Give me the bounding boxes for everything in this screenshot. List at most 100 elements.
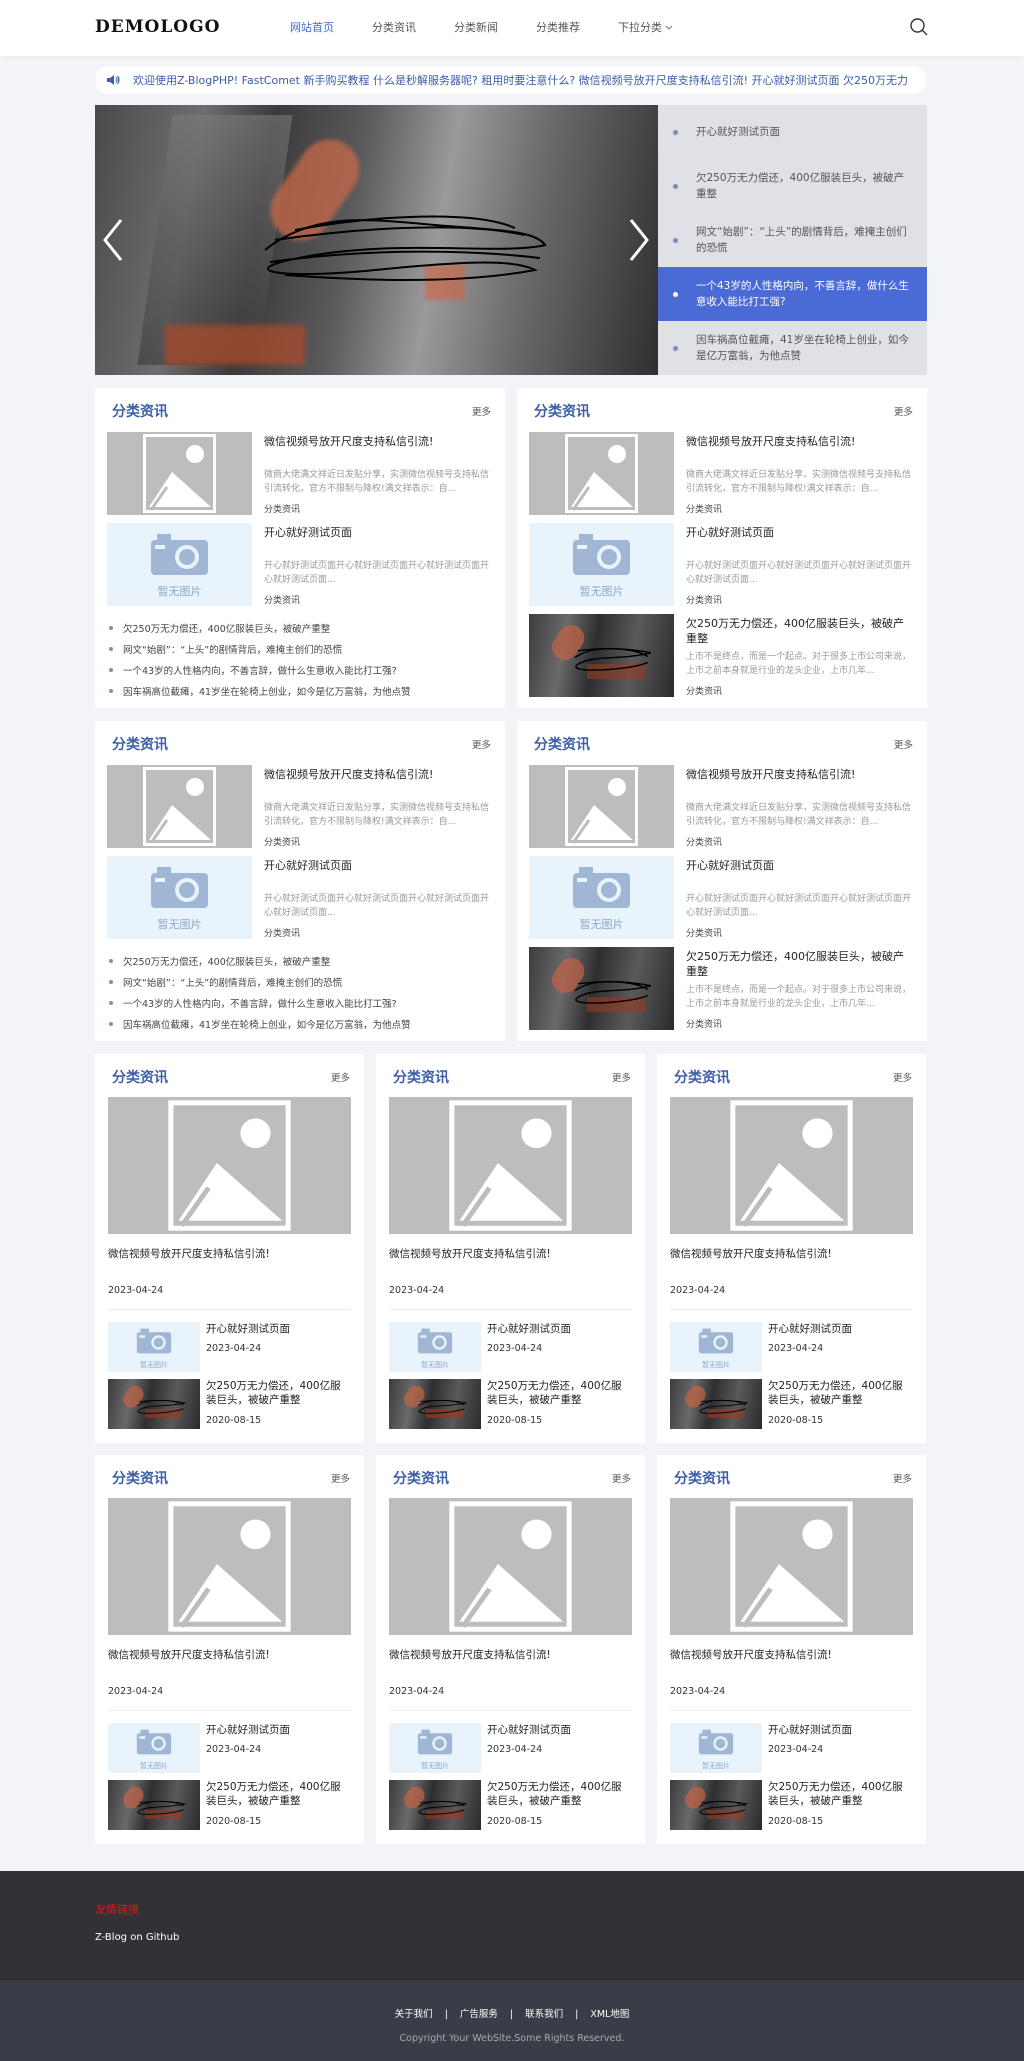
- more-link[interactable]: 更多: [331, 1070, 350, 1084]
- slide-image[interactable]: [95, 105, 658, 375]
- more-link[interactable]: 更多: [893, 1070, 912, 1084]
- article-thumbnail[interactable]: [670, 1498, 913, 1635]
- article-thumbnail[interactable]: 暂无图片: [107, 856, 252, 939]
- article-thumbnail[interactable]: [107, 432, 252, 515]
- article-thumbnail[interactable]: [107, 765, 252, 848]
- article-title[interactable]: 欠250万无力偿还，400亿服装巨头，被破产重整: [487, 1780, 632, 1808]
- article-title[interactable]: 开心就好测试页面: [264, 858, 492, 873]
- article-thumbnail[interactable]: [670, 1097, 913, 1234]
- article-title[interactable]: 微信视频号放开尺度支持私信引流!: [686, 434, 914, 449]
- article-title[interactable]: 欠250万无力偿还，400亿服装巨头，被破产重整: [487, 1379, 632, 1407]
- article-thumbnail[interactable]: 暂无图片: [108, 1723, 200, 1773]
- friend-link[interactable]: Z-Blog on Github: [95, 1932, 179, 1943]
- article-list-item[interactable]: 一个43岁的人性格内向，不善言辞，做什么生意收入能比打工强?: [109, 996, 397, 1010]
- nav-item-category-recommend[interactable]: 分类推荐: [536, 0, 580, 56]
- article-category[interactable]: 分类资讯: [686, 835, 722, 848]
- article-title[interactable]: 微信视频号放开尺度支持私信引流!: [389, 1246, 551, 1261]
- article-title[interactable]: 微信视频号放开尺度支持私信引流!: [108, 1246, 270, 1261]
- article-list-item[interactable]: 欠250万无力偿还，400亿服装巨头，被破产重整: [109, 621, 330, 635]
- article-thumbnail[interactable]: 暂无图片: [107, 523, 252, 606]
- nav-item-home[interactable]: 网站首页: [290, 0, 334, 56]
- article-title[interactable]: 开心就好测试页面: [264, 525, 492, 540]
- prev-arrow-icon[interactable]: [101, 217, 125, 263]
- article-list-item[interactable]: 欠250万无力偿还，400亿服装巨头，被破产重整: [109, 954, 330, 968]
- article-thumbnail[interactable]: 暂无图片: [670, 1322, 762, 1372]
- article-title[interactable]: 欠250万无力偿还，400亿服装巨头，被破产重整: [768, 1780, 913, 1808]
- article-thumbnail[interactable]: [389, 1097, 632, 1234]
- article-title[interactable]: 微信视频号放开尺度支持私信引流!: [264, 767, 492, 782]
- article-title[interactable]: 微信视频号放开尺度支持私信引流!: [389, 1647, 551, 1662]
- more-link[interactable]: 更多: [612, 1471, 631, 1485]
- article-thumbnail[interactable]: [670, 1379, 762, 1429]
- article-category[interactable]: 分类资讯: [686, 502, 722, 515]
- more-link[interactable]: 更多: [894, 737, 913, 751]
- article-title[interactable]: 开心就好测试页面: [686, 858, 914, 873]
- article-title[interactable]: 微信视频号放开尺度支持私信引流!: [108, 1647, 270, 1662]
- nav-item-category-info[interactable]: 分类资讯: [372, 0, 416, 56]
- article-thumbnail[interactable]: [108, 1498, 351, 1635]
- article-title[interactable]: 开心就好测试页面: [768, 1723, 913, 1737]
- article-thumbnail[interactable]: [389, 1498, 632, 1635]
- more-link[interactable]: 更多: [894, 404, 913, 418]
- slide-list-item[interactable]: 因车祸高位截瘫，41岁坐在轮椅上创业，如今是亿万富翁，为他点赞: [658, 321, 927, 375]
- article-title[interactable]: 欠250万无力偿还，400亿服装巨头，被破产重整: [686, 949, 914, 979]
- article-list-item[interactable]: 网文“始剧”：“上头”的剧情背后，难掩主创们的恐慌: [109, 642, 342, 656]
- article-thumbnail[interactable]: 暂无图片: [670, 1723, 762, 1773]
- article-category[interactable]: 分类资讯: [264, 835, 300, 848]
- more-link[interactable]: 更多: [612, 1070, 631, 1084]
- article-title[interactable]: 微信视频号放开尺度支持私信引流!: [686, 767, 914, 782]
- article-title[interactable]: 开心就好测试页面: [206, 1322, 351, 1336]
- notice-text[interactable]: 欢迎使用Z-BlogPHP! FastComet 新手购买教程 什么是秒解服务器…: [133, 72, 908, 88]
- article-thumbnail[interactable]: 暂无图片: [529, 523, 674, 606]
- slide-list-item[interactable]: 欠250万无力偿还，400亿服装巨头，被破产重整: [658, 159, 927, 213]
- article-thumbnail[interactable]: [108, 1780, 200, 1830]
- footer-link-sitemap[interactable]: XML地图: [590, 2009, 629, 2020]
- footer-link-about[interactable]: 关于我们: [395, 2009, 433, 2020]
- article-thumbnail[interactable]: 暂无图片: [389, 1723, 481, 1773]
- article-thumbnail[interactable]: [529, 432, 674, 515]
- article-category[interactable]: 分类资讯: [686, 1017, 722, 1030]
- article-title[interactable]: 欠250万无力偿还，400亿服装巨头，被破产重整: [768, 1379, 913, 1407]
- more-link[interactable]: 更多: [472, 737, 491, 751]
- nav-item-category-news[interactable]: 分类新闻: [454, 0, 498, 56]
- article-thumbnail[interactable]: [389, 1379, 481, 1429]
- article-title[interactable]: 开心就好测试页面: [686, 525, 914, 540]
- article-title[interactable]: 开心就好测试页面: [206, 1723, 351, 1737]
- article-category[interactable]: 分类资讯: [686, 926, 722, 939]
- article-list-item[interactable]: 因车祸高位截瘫，41岁坐在轮椅上创业，如今是亿万富翁，为他点赞: [109, 1017, 411, 1031]
- slide-list-item[interactable]: 网文“始剧”：“上头”的剧情背后，难掩主创们的恐慌: [658, 213, 927, 267]
- article-title[interactable]: 欠250万无力偿还，400亿服装巨头，被破产重整: [206, 1379, 351, 1407]
- article-thumbnail[interactable]: 暂无图片: [108, 1322, 200, 1372]
- article-thumbnail[interactable]: 暂无图片: [529, 856, 674, 939]
- article-title[interactable]: 微信视频号放开尺度支持私信引流!: [670, 1246, 832, 1261]
- article-list-item[interactable]: 一个43岁的人性格内向，不善言辞，做什么生意收入能比打工强?: [109, 663, 397, 677]
- article-thumbnail[interactable]: [108, 1097, 351, 1234]
- more-link[interactable]: 更多: [472, 404, 491, 418]
- article-title[interactable]: 欠250万无力偿还，400亿服装巨头，被破产重整: [206, 1780, 351, 1808]
- article-category[interactable]: 分类资讯: [686, 684, 722, 697]
- article-title[interactable]: 欠250万无力偿还，400亿服装巨头，被破产重整: [686, 616, 914, 646]
- article-title[interactable]: 开心就好测试页面: [768, 1322, 913, 1336]
- article-category[interactable]: 分类资讯: [264, 593, 300, 606]
- article-thumbnail[interactable]: [389, 1780, 481, 1830]
- article-title[interactable]: 开心就好测试页面: [487, 1723, 632, 1737]
- article-thumbnail[interactable]: [529, 614, 674, 697]
- footer-link-ads[interactable]: 广告服务: [460, 2009, 498, 2020]
- article-list-item[interactable]: 网文“始剧”：“上头”的剧情背后，难掩主创们的恐慌: [109, 975, 342, 989]
- article-list-item[interactable]: 因车祸高位截瘫，41岁坐在轮椅上创业，如今是亿万富翁，为他点赞: [109, 684, 411, 698]
- article-thumbnail[interactable]: [529, 765, 674, 848]
- article-category[interactable]: 分类资讯: [264, 926, 300, 939]
- article-thumbnail[interactable]: [108, 1379, 200, 1429]
- slide-list-item[interactable]: 开心就好测试页面: [658, 105, 927, 159]
- next-arrow-icon[interactable]: [627, 217, 651, 263]
- search-icon[interactable]: [909, 17, 929, 37]
- article-category[interactable]: 分类资讯: [264, 502, 300, 515]
- article-category[interactable]: 分类资讯: [686, 593, 722, 606]
- article-thumbnail[interactable]: [529, 947, 674, 1030]
- slide-list-item-active[interactable]: 一个43岁的人性格内向，不善言辞，做什么生意收入能比打工强?: [658, 267, 927, 321]
- footer-link-contact[interactable]: 联系我们: [525, 2009, 563, 2020]
- article-thumbnail[interactable]: [670, 1780, 762, 1830]
- article-thumbnail[interactable]: 暂无图片: [389, 1322, 481, 1372]
- article-title[interactable]: 开心就好测试页面: [487, 1322, 632, 1336]
- site-logo[interactable]: DEMOLOGO: [95, 17, 220, 37]
